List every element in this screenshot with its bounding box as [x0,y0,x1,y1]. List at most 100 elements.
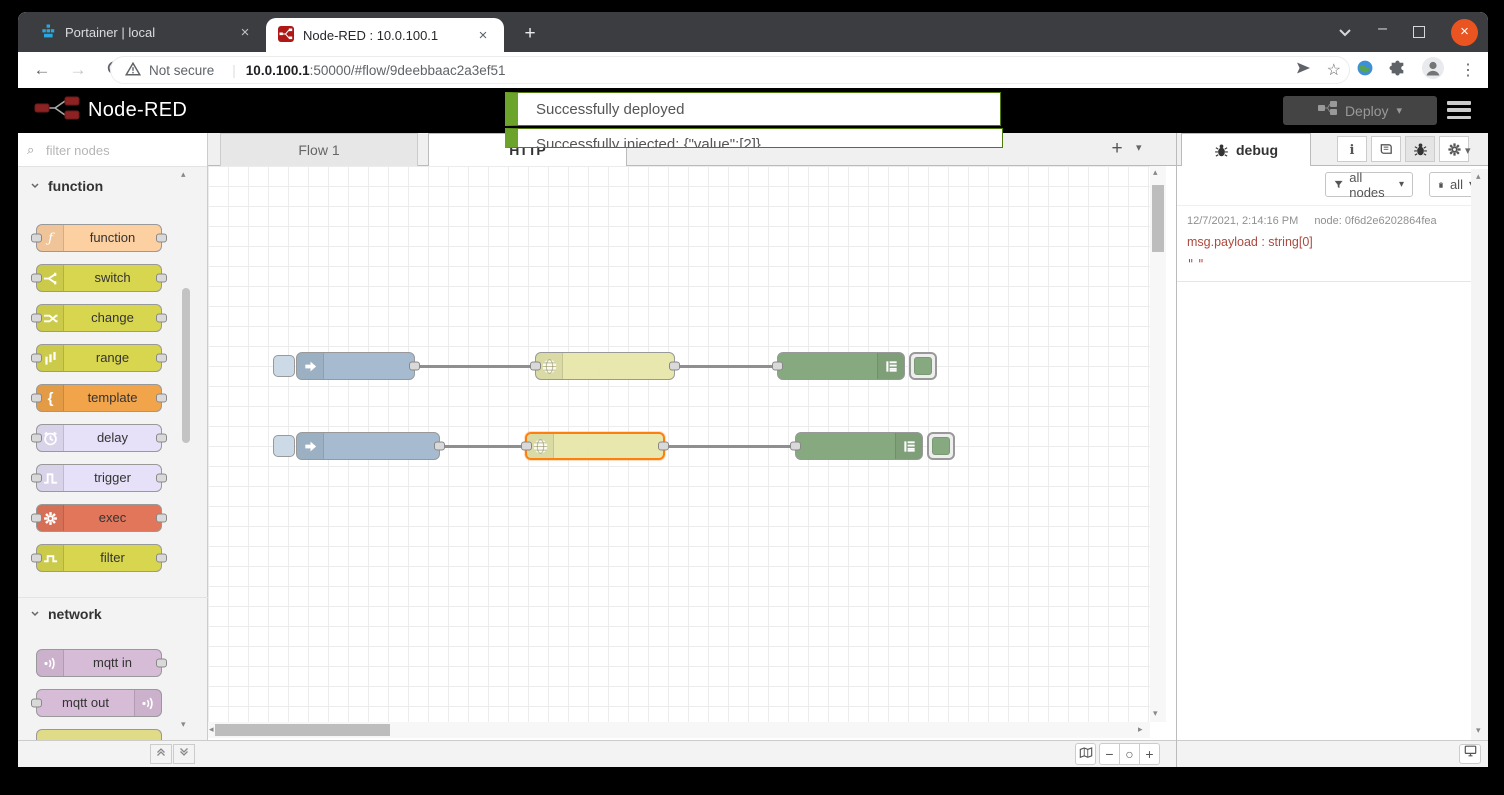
debug-scrollbar[interactable]: ▴ ▾ [1471,169,1488,740]
node-input-port[interactable] [530,362,541,371]
node-output-port[interactable] [156,659,167,668]
scroll-up-icon[interactable]: ▴ [1153,167,1158,178]
tab-close-icon[interactable]: × [474,27,492,44]
node-output-port[interactable] [658,442,669,451]
node-input-port[interactable] [31,394,42,403]
flow-node-inject[interactable]: timestamp [296,352,415,380]
debug-message[interactable]: 12/7/2021, 2:14:16 PM node: 0f6d2e620286… [1177,205,1471,282]
node-input-port[interactable] [790,442,801,451]
canvas-vscroll-thumb[interactable] [1152,185,1164,252]
minimize-button[interactable]: – [1378,20,1387,38]
flow-node-debug[interactable]: msg.payload [795,432,923,460]
flow-node-http[interactable]: http request [535,352,675,380]
back-icon[interactable]: ← [30,60,54,80]
scroll-up-icon[interactable]: ▴ [1476,171,1481,182]
node-output-port[interactable] [156,354,167,363]
palette-node-delay[interactable]: delay [36,424,162,452]
canvas-horizontal-scrollbar[interactable]: ◂ ▸ [208,722,1150,738]
palette-node-clipped[interactable] [36,729,162,740]
node-output-port[interactable] [156,554,167,563]
open-window-monitor-icon[interactable] [1459,744,1481,764]
scroll-down-icon[interactable]: ▾ [181,719,186,730]
collapse-categories-icon[interactable] [150,744,172,764]
zoom-reset-icon[interactable]: ○ [1119,743,1140,765]
node-output-port[interactable] [409,362,420,371]
share-icon[interactable] [1295,60,1312,81]
palette-node-mqtt-out[interactable]: mqtt out [36,689,162,717]
node-input-port[interactable] [31,514,42,523]
palette-node-change[interactable]: change [36,304,162,332]
scroll-down-icon[interactable]: ▾ [1476,725,1481,736]
node-input-port[interactable] [31,314,42,323]
node-input-port[interactable] [31,699,42,708]
maximize-button[interactable] [1413,26,1425,38]
node-input-port[interactable] [31,354,42,363]
sidebar-menu-caret-icon[interactable]: ▾ [1465,144,1471,157]
forward-icon[interactable]: → [66,60,90,80]
bookmark-star-icon[interactable]: ☆ [1327,60,1341,80]
debug-toggle-button[interactable] [909,352,937,380]
palette-node-filter[interactable]: filter [36,544,162,572]
node-output-port[interactable] [156,234,167,243]
palette-node-mqtt-in[interactable]: mqtt in [36,649,162,677]
debug-messages-icon[interactable] [1405,136,1435,162]
palette-node-function[interactable]: ƒfunction [36,224,162,252]
node-output-port[interactable] [156,314,167,323]
node-output-port[interactable] [156,274,167,283]
info-icon[interactable]: i [1337,136,1367,162]
scroll-up-icon[interactable]: ▴ [181,169,186,180]
palette-node-switch[interactable]: switch [36,264,162,292]
inject-button[interactable] [273,355,295,377]
node-output-port[interactable] [156,474,167,483]
debug-value[interactable]: "" [1187,257,1461,271]
flow-node-debug[interactable]: msg.payload [777,352,905,380]
palette-scrollbar[interactable]: ▴ ▾ [181,167,191,740]
zoom-out-icon[interactable]: − [1099,743,1120,765]
globe-extension-icon[interactable] [1356,59,1374,82]
node-output-port[interactable] [156,434,167,443]
scroll-left-icon[interactable]: ◂ [209,724,214,735]
deploy-caret-icon[interactable]: ▾ [1397,104,1403,117]
palette-category-network[interactable]: network [18,597,208,625]
palette-category-function[interactable]: function [18,172,208,200]
node-input-port[interactable] [31,434,42,443]
address-bar[interactable]: Not secure | 10.0.100.1 :50000/#flow/9de… [110,56,1350,84]
node-input-port[interactable] [31,554,42,563]
canvas-hscroll-thumb[interactable] [215,724,390,736]
new-tab-button[interactable]: + [516,20,544,48]
palette-node-trigger[interactable]: trigger [36,464,162,492]
tab-close-icon[interactable]: × [236,24,254,41]
debug-toggle-button[interactable] [927,432,955,460]
expand-categories-icon[interactable] [173,744,195,764]
profile-avatar[interactable] [1421,56,1445,85]
palette-node-exec[interactable]: exec [36,504,162,532]
node-input-port[interactable] [31,474,42,483]
flow-canvas[interactable]: timestamp http request msg.payload {"value"… [208,166,1150,722]
flow-node-http[interactable]: http request [525,432,665,460]
tab-search-chevron-icon[interactable] [1338,28,1352,37]
node-input-port[interactable] [31,234,42,243]
deploy-button[interactable]: Deploy ▾ [1283,96,1437,125]
inject-button[interactable] [273,435,295,457]
main-menu-icon[interactable] [1445,99,1473,121]
browser-menu-icon[interactable]: ⋮ [1460,60,1476,80]
node-output-port[interactable] [156,514,167,523]
flow-list-caret-icon[interactable]: ▾ [1136,141,1142,154]
add-flow-button[interactable]: + [1105,137,1129,161]
node-output-port[interactable] [434,442,445,451]
node-output-port[interactable] [156,394,167,403]
flow-node-inject[interactable]: {"value":[2]} [296,432,440,460]
flow-tab-flow1[interactable]: Flow 1 [220,133,418,166]
palette-scroll-thumb[interactable] [182,288,190,443]
palette-node-template[interactable]: {template [36,384,162,412]
debug-property[interactable]: msg.payload : string[0] [1187,235,1461,249]
extensions-puzzle-icon[interactable] [1389,59,1406,81]
help-book-icon[interactable] [1371,136,1401,162]
tab-debug[interactable]: debug [1181,133,1311,167]
scroll-right-icon[interactable]: ▸ [1138,724,1143,735]
zoom-in-icon[interactable]: + [1139,743,1160,765]
node-input-port[interactable] [772,362,783,371]
browser-tab-node-red[interactable]: Node-RED : 10.0.100.1 × [266,18,504,52]
filter-nodes-dropdown[interactable]: all nodes ▾ [1325,172,1413,197]
browser-tab-portainer[interactable]: Portainer | local × [28,12,266,52]
